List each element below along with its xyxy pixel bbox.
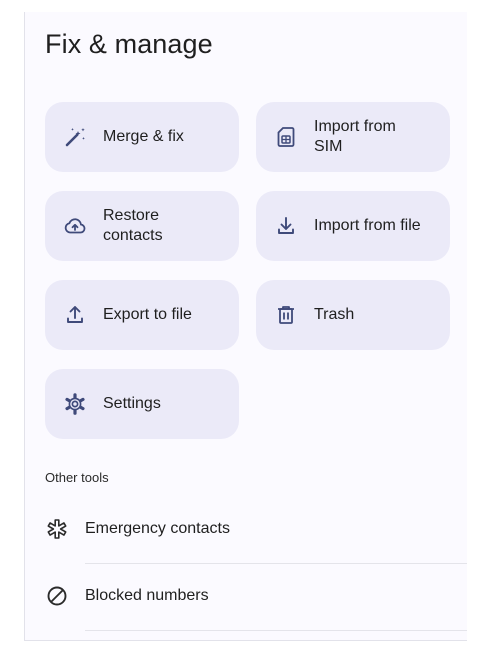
divider [85,630,467,631]
other-tools-heading: Other tools [45,470,109,485]
blocked-numbers-label: Blocked numbers [85,587,209,604]
import-from-file-button[interactable]: Import from file [256,191,450,261]
trash-label: Trash [314,306,355,323]
page-title: Fix & manage [45,29,213,59]
import-from-sim-button[interactable]: Import from SIM [256,102,450,172]
settings-button[interactable]: Settings [45,369,239,439]
emergency-icon [45,517,69,541]
download-icon [274,214,298,238]
settings-label: Settings [103,395,161,412]
gear-icon [63,392,87,416]
divider [85,563,467,564]
emergency-contacts-label: Emergency contacts [85,520,230,537]
export-to-file-label: Export to file [103,306,192,323]
fix-manage-screen: Fix & manage Merge & fix Import from SIM [24,12,467,641]
blocked-numbers-item[interactable]: Blocked numbers [45,581,209,611]
upload-icon [63,303,87,327]
import-from-sim-label: Import from SIM [314,118,396,155]
export-to-file-button[interactable]: Export to file [45,280,239,350]
emergency-contacts-item[interactable]: Emergency contacts [45,514,230,544]
sim-card-icon [274,125,298,149]
restore-contacts-label: Restore contacts [103,207,163,244]
import-from-file-label: Import from file [314,217,421,234]
merge-fix-label: Merge & fix [103,128,184,145]
restore-contacts-button[interactable]: Restore contacts [45,191,239,261]
trash-icon [274,303,298,327]
magic-wand-icon [63,125,87,149]
block-icon [45,584,69,608]
trash-button[interactable]: Trash [256,280,450,350]
cloud-restore-icon [63,214,87,238]
merge-fix-button[interactable]: Merge & fix [45,102,239,172]
